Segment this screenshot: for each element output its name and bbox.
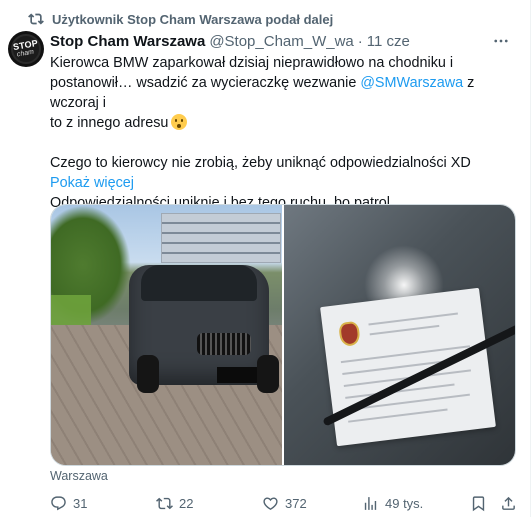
action-bar: 31 22 372 49 tys.: [50, 493, 520, 513]
like-count: 372: [285, 495, 307, 511]
bookmark-icon: [472, 495, 485, 511]
repost-button[interactable]: 22: [156, 493, 193, 513]
author-handle[interactable]: @Stop_Cham_W_wa: [209, 33, 353, 50]
repost-icon: [156, 497, 173, 509]
views-button[interactable]: 49 tys.: [362, 493, 423, 513]
tweet-line: postanowił… wsadzić za wycieraczkę wezwa…: [50, 73, 520, 113]
car-wheel: [137, 355, 159, 393]
show-more-link[interactable]: Pokaż więcej: [50, 175, 134, 191]
parking-notice-paper: [320, 287, 496, 447]
location-label[interactable]: Warszawa: [50, 469, 108, 483]
reply-count: 31: [73, 495, 88, 511]
views-icon: [364, 496, 377, 510]
tweet-time[interactable]: 11 cze: [367, 33, 410, 50]
photo-windshield-notice[interactable]: [284, 205, 515, 465]
car-grille: [197, 333, 251, 355]
share-button[interactable]: [500, 493, 517, 513]
more-options-button[interactable]: [490, 30, 512, 52]
author-row: Stop Cham Warszawa @Stop_Cham_W_wa · 11 …: [50, 31, 410, 51]
retweet-header[interactable]: Użytkownik Stop Cham Warszawa podał dale…: [28, 10, 333, 28]
tweet-text-segment: to z innego adresu: [50, 115, 169, 131]
avatar-logo: STOP cham: [11, 34, 41, 64]
author-name[interactable]: Stop Cham Warszawa: [50, 33, 205, 50]
tweet-paragraph: Czego to kierowcy nie zrobią, żeby unikn…: [50, 155, 471, 171]
city-guard-seal: [338, 320, 361, 348]
tweet-line: to z innego adresu: [50, 113, 520, 133]
mention-link[interactable]: @SMWarszawa: [360, 75, 463, 91]
retweet-icon: [28, 11, 44, 27]
share-icon: [502, 496, 515, 510]
photo-parked-car[interactable]: [51, 205, 282, 465]
car-wheel: [257, 355, 279, 393]
like-icon: [263, 496, 278, 510]
like-button[interactable]: 372: [262, 493, 307, 513]
building: [161, 213, 281, 263]
tweet-line: Kierowca BMW zaparkował dzisiaj nieprawi…: [50, 55, 454, 71]
views-count: 49 tys.: [385, 495, 424, 511]
tweet-text-segment: postanowił… wsadzić za wycieraczkę wezwa…: [50, 75, 361, 91]
tweet-card[interactable]: Użytkownik Stop Cham Warszawa podał dale…: [0, 0, 531, 517]
astonished-emoji-icon: [171, 114, 188, 130]
more-icon: [494, 39, 508, 43]
retweet-label: Użytkownik Stop Cham Warszawa podał dale…: [52, 11, 334, 27]
media-grid: [50, 204, 516, 466]
avatar[interactable]: STOP cham: [8, 31, 44, 67]
repost-count: 22: [179, 495, 194, 511]
car-windshield: [141, 265, 257, 301]
reply-icon: [51, 495, 66, 510]
bookmark-button[interactable]: [470, 493, 487, 513]
reply-button[interactable]: 31: [50, 493, 87, 513]
separator-dot: ·: [357, 32, 363, 50]
